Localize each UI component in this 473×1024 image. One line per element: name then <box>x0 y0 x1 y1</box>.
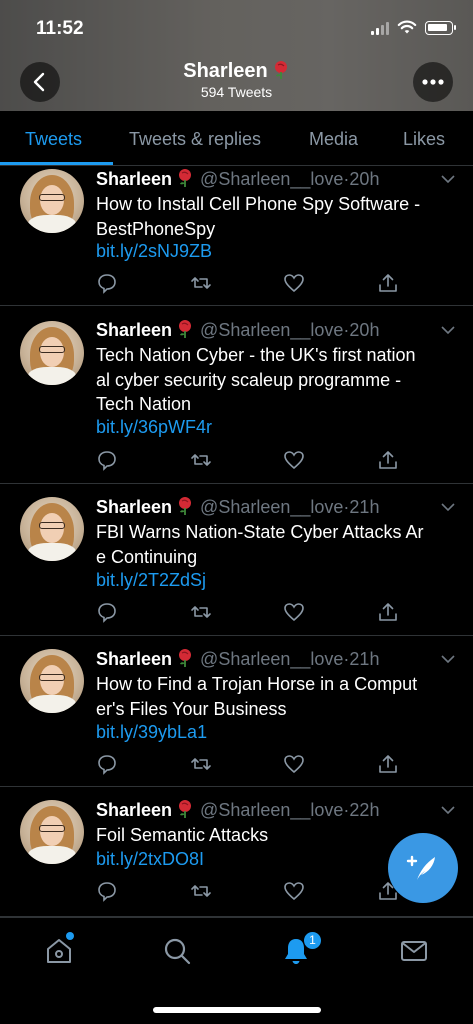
tweet-header: Sharleen @Sharleen__love·21h <box>96 497 380 517</box>
cellular-signal-icon <box>371 21 389 35</box>
compose-feather-icon <box>406 855 435 880</box>
rose-emoji-icon <box>274 61 287 79</box>
retweet-icon[interactable] <box>190 880 212 902</box>
reply-icon[interactable] <box>96 601 118 623</box>
share-icon[interactable] <box>377 601 399 623</box>
avatar[interactable] <box>20 800 84 864</box>
tweet-header: Sharleen @Sharleen__love·20h <box>96 169 380 189</box>
profile-name-row: Sharleen <box>0 60 473 83</box>
tweet[interactable]: Sharleen @Sharleen__love·21h FBI Warns Na… <box>0 484 473 636</box>
tweet-handle: @Sharleen__love <box>200 800 344 820</box>
tweet-header: Sharleen @Sharleen__love·21h <box>96 649 380 669</box>
reply-icon[interactable] <box>96 449 118 471</box>
retweet-icon[interactable] <box>190 753 212 775</box>
rose-emoji-icon <box>179 800 192 818</box>
tweet-handle: @Sharleen__love <box>200 649 344 669</box>
reply-icon[interactable] <box>96 272 118 294</box>
tab-likes[interactable]: Likes <box>403 129 445 150</box>
tweet-handle: @Sharleen__love <box>200 320 344 340</box>
tweet-time: 21h <box>349 497 380 517</box>
reply-icon[interactable] <box>96 753 118 775</box>
chevron-down-icon[interactable] <box>441 172 455 186</box>
like-icon[interactable] <box>283 272 305 294</box>
chevron-down-icon[interactable] <box>441 803 455 817</box>
tweet-handle: @Sharleen__love <box>200 497 344 517</box>
tweet-count: 594 Tweets <box>200 84 273 100</box>
tweet-actions <box>96 753 406 775</box>
avatar[interactable] <box>20 649 84 713</box>
tweet-author-name[interactable]: Sharleen <box>96 169 172 189</box>
status-bar: 11:52 <box>0 0 473 50</box>
profile-title-block: Sharleen 594 Tweets <box>0 60 473 100</box>
profile-name: Sharleen <box>183 60 268 82</box>
tweet-link[interactable]: bit.ly/39ybLa1 <box>96 722 207 743</box>
tweet-text: FBI Warns Nation-State Cyber Attacks Ar … <box>96 522 424 567</box>
tweet[interactable]: Sharleen @Sharleen__love·21h How to Find … <box>0 636 473 787</box>
tweet-link[interactable]: bit.ly/2sNJ9ZB <box>96 241 212 262</box>
reply-icon[interactable] <box>96 880 118 902</box>
messages-envelope-icon[interactable] <box>399 936 429 966</box>
share-icon[interactable] <box>377 449 399 471</box>
tweet-text: How to Find a Trojan Horse in a Comput e… <box>96 674 418 719</box>
tweet-link[interactable]: bit.ly/2txDO8I <box>96 849 204 870</box>
like-icon[interactable] <box>283 880 305 902</box>
tab-tweets[interactable]: Tweets <box>25 129 82 150</box>
status-icons <box>371 20 456 35</box>
tweet-text: How to Install Cell Phone Spy Software -… <box>96 194 421 239</box>
rose-emoji-icon <box>179 320 192 338</box>
rose-emoji-icon <box>179 649 192 667</box>
rose-emoji-icon <box>179 497 192 515</box>
tweet-actions <box>96 880 406 902</box>
compose-tweet-button[interactable] <box>388 833 458 903</box>
rose-emoji-icon <box>179 169 192 187</box>
tweet-handle: @Sharleen__love <box>200 169 344 189</box>
tab-tweets-and-replies[interactable]: Tweets & replies <box>129 129 261 150</box>
tweet[interactable]: Sharleen @Sharleen__love·20h How to Insta… <box>0 166 473 306</box>
tweet-actions <box>96 601 406 623</box>
tweet[interactable]: Sharleen @Sharleen__love·20h Tech Nation … <box>0 306 473 484</box>
share-icon[interactable] <box>377 272 399 294</box>
chevron-down-icon[interactable] <box>441 652 455 666</box>
like-icon[interactable] <box>283 753 305 775</box>
tweet-header: Sharleen @Sharleen__love·22h <box>96 800 380 820</box>
tweet-text: Tech Nation Cyber - the UK's first natio… <box>96 345 416 414</box>
tweet-time: 20h <box>349 169 380 189</box>
notification-badge: 1 <box>303 931 322 950</box>
retweet-icon[interactable] <box>190 601 212 623</box>
tweet-author-name[interactable]: Sharleen <box>96 320 172 340</box>
avatar[interactable] <box>20 169 84 233</box>
retweet-icon[interactable] <box>190 449 212 471</box>
avatar[interactable] <box>20 321 84 385</box>
home-unread-dot <box>66 932 74 940</box>
like-icon[interactable] <box>283 601 305 623</box>
active-tab-indicator <box>0 162 113 165</box>
wifi-icon <box>397 20 417 34</box>
tweet-actions <box>96 272 406 294</box>
battery-icon <box>425 20 456 35</box>
tweet-author-name[interactable]: Sharleen <box>96 649 172 669</box>
share-icon[interactable] <box>377 753 399 775</box>
search-icon[interactable] <box>162 936 192 966</box>
tweet-actions <box>96 449 406 471</box>
tweet-author-name[interactable]: Sharleen <box>96 497 172 517</box>
tweet-link[interactable]: bit.ly/36pWF4r <box>96 417 212 438</box>
like-icon[interactable] <box>283 449 305 471</box>
ellipsis-icon <box>422 79 444 85</box>
chevron-down-icon[interactable] <box>441 323 455 337</box>
tweet-author-name[interactable]: Sharleen <box>96 800 172 820</box>
home-icon[interactable] <box>44 936 74 966</box>
retweet-icon[interactable] <box>190 272 212 294</box>
chevron-down-icon[interactable] <box>441 500 455 514</box>
tweet-link[interactable]: bit.ly/2T2ZdSj <box>96 570 206 591</box>
profile-tabs: Tweets Tweets & replies Media Likes <box>0 111 473 166</box>
home-indicator[interactable] <box>153 1007 321 1013</box>
tab-media[interactable]: Media <box>309 129 358 150</box>
avatar[interactable] <box>20 497 84 561</box>
status-time: 11:52 <box>36 18 84 39</box>
tweet-time: 20h <box>349 320 380 340</box>
tweet-time: 22h <box>349 800 380 820</box>
tweet-header: Sharleen @Sharleen__love·20h <box>96 320 380 340</box>
tweet-time: 21h <box>349 649 380 669</box>
more-options-button[interactable] <box>413 62 453 102</box>
